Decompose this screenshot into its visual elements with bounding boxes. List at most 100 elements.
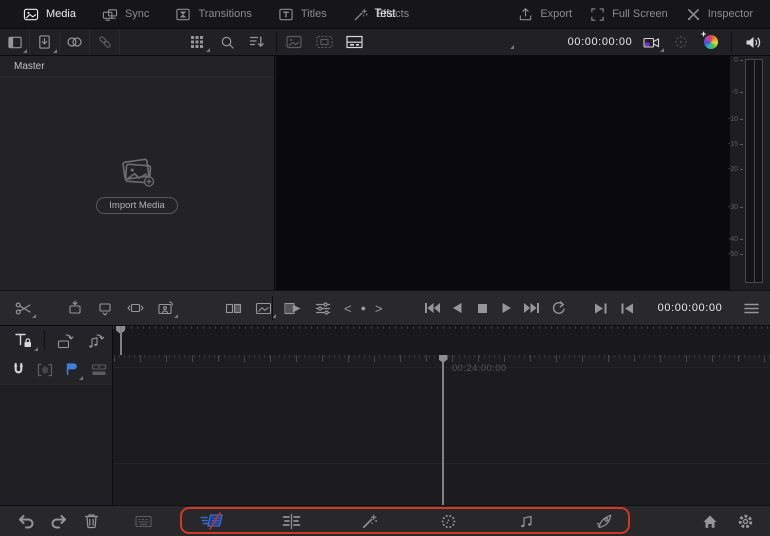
go-to-first-frame-button[interactable]: [421, 296, 443, 320]
insert-video-clip-icon[interactable]: [50, 329, 80, 353]
snapping-magnet-icon[interactable]: [5, 358, 32, 382]
media-toolbar: 00:00:00:00: [0, 29, 770, 56]
hamburger-menu-icon[interactable]: [736, 296, 766, 320]
timeline-tracks[interactable]: 00:24:00:00: [114, 355, 770, 505]
step-back-icon[interactable]: <: [344, 301, 352, 316]
page-cut[interactable]: [198, 508, 228, 534]
page-fusion[interactable]: [355, 508, 385, 534]
multicam-camera-button[interactable]: [636, 30, 666, 54]
viewer-timecode-field[interactable]: 00:00:00:00: [558, 29, 642, 55]
import-media-button[interactable]: [30, 29, 60, 55]
smart-insert-button[interactable]: [60, 296, 90, 320]
play-reverse-button[interactable]: [446, 296, 468, 320]
meter-tick: -15: [728, 141, 743, 148]
close-up-button[interactable]: [150, 296, 180, 320]
timeline-timecode-field[interactable]: 00:00:00:00: [648, 291, 732, 325]
insert-audio-clip-icon[interactable]: [80, 329, 110, 353]
delete-trash-button[interactable]: [76, 506, 106, 536]
speaker-icon[interactable]: [738, 30, 768, 54]
playback-controls: [421, 291, 570, 325]
export-button[interactable]: Export: [509, 0, 581, 29]
import-media-pill-button[interactable]: Import Media: [96, 197, 177, 214]
timeline-overview-strip: [0, 325, 770, 355]
audio-tools: [738, 29, 768, 55]
viewer-mode-tools: [279, 29, 369, 55]
sort-button[interactable]: [242, 30, 272, 54]
tab-media[interactable]: Media: [10, 0, 89, 29]
bin-list-view-button[interactable]: [0, 29, 30, 55]
link-clips-button[interactable]: [90, 29, 120, 55]
import-media-icon: [118, 156, 156, 188]
bin-label[interactable]: Master: [0, 56, 274, 77]
home-project-manager-button[interactable]: [695, 506, 725, 536]
export-label: Export: [540, 8, 572, 20]
bottom-bar: [0, 505, 770, 536]
undo-button[interactable]: [11, 506, 41, 536]
full-screen-button[interactable]: Full Screen: [581, 0, 677, 29]
color-wheel-icon: [704, 35, 718, 49]
color-boost-button[interactable]: [696, 30, 726, 54]
flag-marker-icon[interactable]: [59, 358, 86, 382]
editor-keyboard-icon[interactable]: [128, 506, 158, 536]
trim-tools-button[interactable]: [308, 296, 338, 320]
tab-transitions[interactable]: Transitions: [162, 0, 264, 29]
timeline-overview-ruler[interactable]: [112, 326, 770, 355]
split-clip-scissors-button[interactable]: [8, 296, 38, 320]
ripple-overwrite-button[interactable]: [120, 296, 150, 320]
append-clip-button[interactable]: [90, 296, 120, 320]
step-forward-icon[interactable]: >: [375, 301, 383, 316]
search-icon[interactable]: [212, 30, 242, 54]
source-overwrite-button[interactable]: [248, 296, 278, 320]
go-to-last-frame-button[interactable]: [521, 296, 543, 320]
go-to-out-icon[interactable]: [588, 296, 614, 320]
track-height-icon[interactable]: [85, 358, 112, 382]
import-media-area: Import Media: [0, 156, 274, 214]
overview-playhead-line[interactable]: [120, 326, 122, 355]
page-fairlight[interactable]: [512, 508, 542, 534]
insert-tools: [60, 291, 180, 325]
loop-button[interactable]: [546, 296, 570, 320]
page-color[interactable]: [433, 508, 463, 534]
meter-tick: -30: [728, 204, 743, 211]
lock-track-button[interactable]: [6, 329, 40, 353]
inout-group: [588, 291, 640, 325]
media-pool-panel: Master Import Media: [0, 56, 275, 290]
stop-button[interactable]: [471, 296, 493, 320]
jog-dot-icon[interactable]: ●: [361, 303, 366, 313]
titles-icon: [278, 7, 294, 22]
export-icon: [518, 7, 533, 22]
fullscreen-icon: [590, 7, 605, 22]
viewer-options-corner[interactable]: [508, 43, 516, 51]
audio-waveform-view-icon[interactable]: [32, 358, 59, 382]
resolve-fx-button[interactable]: [666, 30, 696, 54]
settings-gear-button[interactable]: [730, 506, 760, 536]
timeline-option-icons: [0, 355, 112, 385]
sync-icon: [102, 7, 118, 22]
tab-titles[interactable]: Titles: [265, 0, 340, 29]
source-clip-view-button[interactable]: [279, 30, 309, 54]
dual-screen-view-button[interactable]: [339, 30, 369, 54]
tab-transitions-label: Transitions: [198, 8, 251, 20]
redo-button[interactable]: [44, 506, 74, 536]
meter-tick: -20: [728, 166, 743, 173]
page-deliver[interactable]: [590, 508, 620, 534]
inspector-button[interactable]: Inspector: [677, 0, 762, 29]
source-tape-view-button[interactable]: [309, 30, 339, 54]
edit-tools-left: [8, 291, 38, 325]
tab-sync[interactable]: Sync: [89, 0, 162, 29]
transport-bar: < ● >: [0, 290, 770, 325]
tltop-divider: [44, 331, 45, 350]
viewer-canvas[interactable]: [276, 56, 730, 290]
playhead-line[interactable]: [442, 355, 444, 505]
meter-tick: 0: [734, 57, 743, 64]
play-button[interactable]: [496, 296, 518, 320]
place-on-top-button[interactable]: [218, 296, 248, 320]
effects-wand-icon: [353, 7, 369, 22]
page-edit[interactable]: [276, 508, 306, 534]
go-to-in-icon[interactable]: [614, 296, 640, 320]
thumbnail-view-button[interactable]: [182, 30, 212, 54]
viewer-timecode: 00:00:00:00: [568, 36, 633, 48]
sync-clips-button[interactable]: [60, 29, 90, 55]
review-clip-button[interactable]: [278, 296, 308, 320]
full-screen-label: Full Screen: [612, 8, 668, 20]
